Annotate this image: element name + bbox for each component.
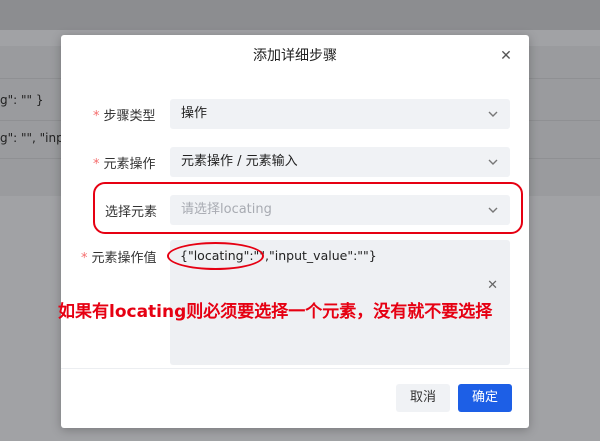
chevron-down-icon — [488, 111, 498, 117]
cancel-button[interactable]: 取消 — [396, 384, 450, 412]
annotation-highlight-locating — [167, 242, 264, 270]
annotation-highlight-select-element — [93, 182, 523, 234]
background-cell-text: g": "" } — [0, 93, 44, 107]
required-mark: * — [93, 109, 100, 124]
required-mark: * — [81, 251, 88, 266]
element-operation-label: * 元素操作 — [93, 157, 156, 172]
footer-divider — [61, 368, 529, 369]
step-type-label: * 步骤类型 — [93, 109, 156, 124]
required-mark: * — [93, 157, 100, 172]
chevron-down-icon — [488, 159, 498, 165]
step-type-select[interactable]: 操作 — [170, 99, 510, 129]
clear-icon[interactable]: ✕ — [487, 278, 498, 293]
confirm-button[interactable]: 确定 — [458, 384, 512, 412]
background-cell-text: g": "", "inp — [0, 131, 64, 145]
element-operation-select[interactable]: 元素操作 / 元素输入 — [170, 147, 510, 177]
step-type-value: 操作 — [181, 106, 208, 121]
close-icon[interactable]: ✕ — [497, 47, 515, 65]
dialog-title: 添加详细步骤 — [253, 48, 337, 64]
annotation-note: 如果有locating则必须要选择一个元素，没有就不要选择 — [58, 302, 493, 322]
element-operation-value: 元素操作 / 元素输入 — [181, 154, 298, 169]
element-operation-value-label: * 元素操作值 — [81, 251, 157, 266]
